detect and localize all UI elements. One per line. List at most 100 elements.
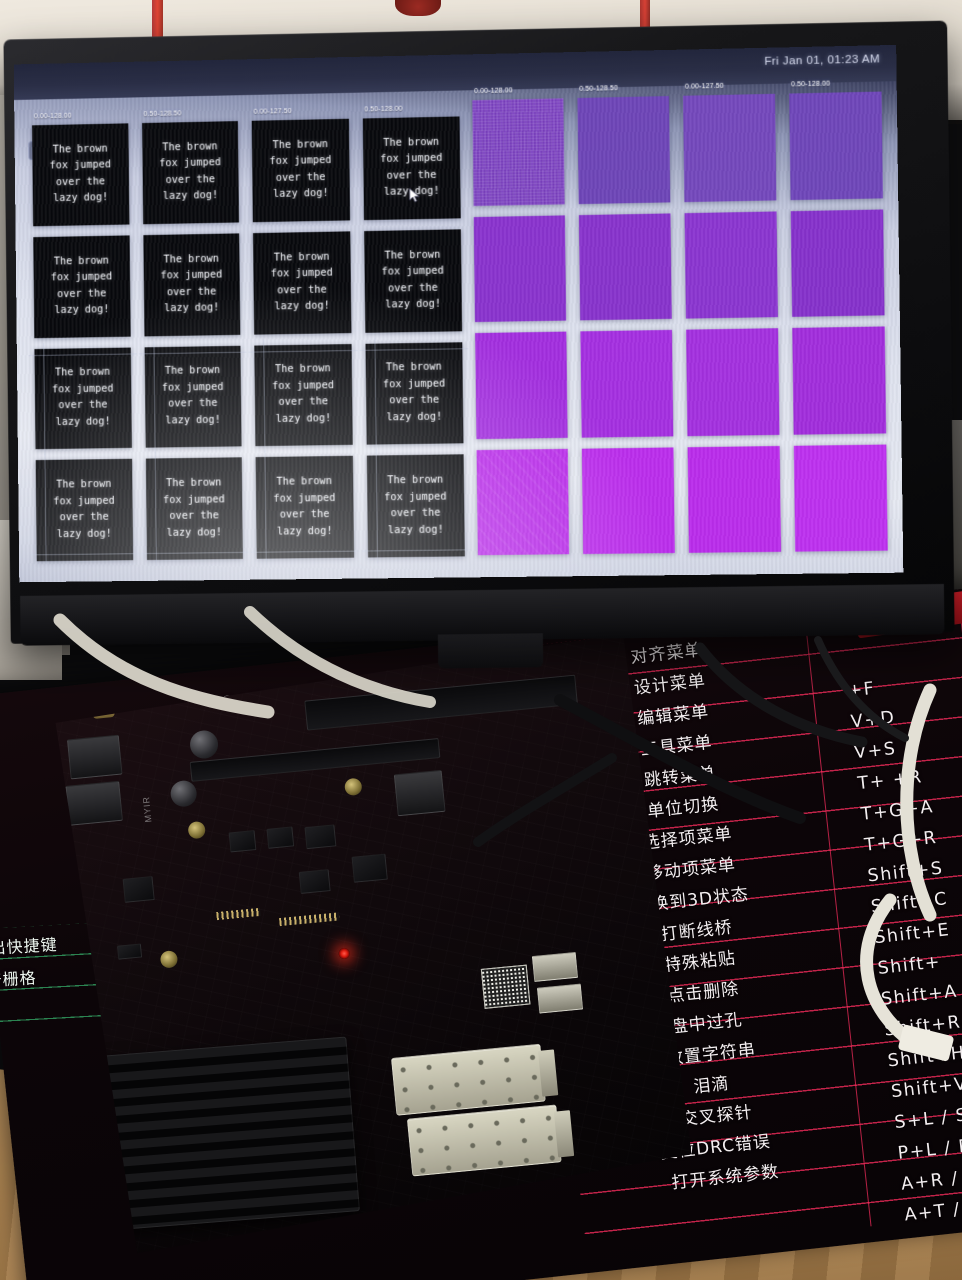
color-swatch-cell[interactable] xyxy=(578,212,672,321)
color-swatch-tile[interactable] xyxy=(581,446,675,555)
usb-c-connector-2 xyxy=(65,781,123,826)
text-sample-tile[interactable]: The brown fox jumped over the lazy dog! xyxy=(35,459,133,562)
text-sample-cell[interactable]: The brown fox jumped over the lazy dog! xyxy=(144,345,242,448)
text-sample-cell[interactable]: The brown fox jumped over the lazy dog! xyxy=(254,343,353,447)
color-swatch-cell[interactable] xyxy=(581,446,675,555)
color-swatch-cell[interactable] xyxy=(790,208,885,317)
color-swatch-cell[interactable]: 0.50-128.00 xyxy=(789,81,883,200)
monitor-screen: Fri Jan 01, 01:23 AM 0.00-128.00 The brow… xyxy=(13,44,904,583)
desk-mat-left-action-0: 调出快捷键 xyxy=(0,934,59,959)
text-sample-tile[interactable]: The brown fox jumped over the lazy dog! xyxy=(251,118,350,222)
color-swatch-tile[interactable] xyxy=(792,326,887,435)
text-sample-tile[interactable]: The brown fox jumped over the lazy dog! xyxy=(142,233,241,336)
text-sample-string: The brown fox jumped over the lazy dog! xyxy=(384,474,447,536)
desktop-area: 0.00-128.00 The brown fox jumped over the… xyxy=(14,81,904,583)
text-sample-tile[interactable]: The brown fox jumped over the lazy dog! xyxy=(362,116,461,220)
text-sample-tile[interactable]: The brown fox jumped over the lazy dog! xyxy=(366,454,465,558)
text-sample-string: The brown fox jumped over the lazy dog! xyxy=(163,477,225,539)
color-swatch-cell[interactable]: 0.00-128.00 xyxy=(472,87,565,206)
text-sample-tile[interactable]: The brown fox jumped over the lazy dog! xyxy=(364,341,464,445)
color-swatch-cell[interactable] xyxy=(473,214,567,323)
text-sample-string: The brown fox jumped over the lazy dog! xyxy=(269,138,332,201)
ic-1 xyxy=(229,830,257,852)
ic-3 xyxy=(304,824,336,849)
text-sample-tile[interactable]: The brown fox jumped over the lazy dog! xyxy=(253,231,351,335)
color-swatch-tile[interactable] xyxy=(789,91,883,200)
color-swatch-tile[interactable] xyxy=(686,328,780,436)
color-swatch-tile[interactable] xyxy=(472,98,565,206)
color-swatch-cell[interactable] xyxy=(476,448,570,556)
text-sample-cell[interactable]: 0.00-128.00 The brown fox jumped over the… xyxy=(32,113,129,227)
color-swatch-cell[interactable]: 0.00-127.50 xyxy=(683,83,777,202)
color-swatch-cell[interactable] xyxy=(687,445,782,553)
text-sample-tile[interactable]: The brown fox jumped over the lazy dog! xyxy=(363,229,463,333)
text-sample-tile[interactable]: The brown fox jumped over the lazy dog! xyxy=(254,343,353,447)
color-swatch-tile[interactable] xyxy=(578,212,672,321)
text-sample-string: The brown fox jumped over the lazy dog! xyxy=(52,367,114,428)
text-sample-tile[interactable]: The brown fox jumped over the lazy dog! xyxy=(33,235,131,338)
color-swatch-tile[interactable] xyxy=(793,444,888,552)
text-sample-cell[interactable]: 0.50-128.00 The brown fox jumped over the… xyxy=(362,106,461,220)
color-swatch-cell[interactable] xyxy=(580,329,674,438)
text-sample-string: The brown fox jumped over the lazy dog! xyxy=(382,361,446,424)
color-swatch-tile[interactable] xyxy=(687,445,782,553)
ic-5 xyxy=(299,869,331,894)
text-sample-string: The brown fox jumped over the lazy dog! xyxy=(49,143,112,205)
monitor-stand-neck xyxy=(437,633,544,669)
usb-c-connector-1 xyxy=(67,735,123,780)
text-sample-cell[interactable]: 0.50-128.50 The brown fox jumped over the… xyxy=(141,110,240,225)
text-sample-cell[interactable]: The brown fox jumped over the lazy dog! xyxy=(255,456,354,559)
text-sample-tile[interactable]: The brown fox jumped over the lazy dog! xyxy=(255,456,354,559)
text-sample-string: The brown fox jumped over the lazy dog! xyxy=(50,255,113,317)
color-swatch-tile[interactable] xyxy=(475,331,568,439)
desk-mat-action-label: 泪滴 xyxy=(692,1073,731,1098)
text-sample-string: The brown fox jumped over the lazy dog! xyxy=(381,249,444,311)
text-sample-tile[interactable]: The brown fox jumped over the lazy dog! xyxy=(32,123,129,227)
color-swatch-cell[interactable] xyxy=(684,210,778,319)
color-swatch-cell[interactable] xyxy=(793,444,888,552)
text-sample-tile[interactable]: The brown fox jumped over the lazy dog! xyxy=(141,121,240,225)
text-sample-tile[interactable]: The brown fox jumped over the lazy dog! xyxy=(34,347,132,450)
ic-7 xyxy=(117,943,142,959)
text-sample-string: The brown fox jumped over the lazy dog! xyxy=(159,141,222,203)
color-swatch-tile[interactable] xyxy=(577,96,671,204)
color-swatch-cell[interactable] xyxy=(792,326,887,435)
monitor: Fri Jan 01, 01:23 AM 0.00-128.00 The brow… xyxy=(3,20,955,669)
color-swatch-tile[interactable] xyxy=(580,329,674,438)
ic-6 xyxy=(123,876,155,903)
color-swatch-cell[interactable] xyxy=(686,328,780,436)
text-sample-cell[interactable]: The brown fox jumped over the lazy dog! xyxy=(35,459,133,562)
text-sample-cell[interactable]: 0.00-127.50 The brown fox jumped over the… xyxy=(251,108,350,222)
text-sample-string: The brown fox jumped over the lazy dog! xyxy=(273,476,336,538)
color-swatch-cell[interactable] xyxy=(475,331,568,439)
text-sample-string: The brown fox jumped over the lazy dog! xyxy=(161,365,224,427)
text-sample-cell[interactable]: The brown fox jumped over the lazy dog! xyxy=(34,347,132,450)
desk-mat-key-label: +F xyxy=(846,678,877,702)
color-swatch-tile[interactable] xyxy=(473,214,567,323)
text-sample-grid: 0.00-128.00 The brown fox jumped over the… xyxy=(32,106,465,562)
color-swatch-cell[interactable]: 0.50-128.50 xyxy=(577,85,671,204)
color-swatch-grid: 0.00-128.00 0.50-128.50 0.00-127.50 0.50-12… xyxy=(472,81,888,556)
usb-port-bottom xyxy=(537,984,583,1014)
text-sample-cell[interactable]: The brown fox jumped over the lazy dog! xyxy=(364,341,464,445)
text-sample-cell[interactable]: The brown fox jumped over the lazy dog! xyxy=(363,229,463,333)
text-sample-cell[interactable]: The brown fox jumped over the lazy dog! xyxy=(33,235,131,338)
text-sample-cell[interactable]: The brown fox jumped over the lazy dog! xyxy=(253,231,351,335)
usb-port-top xyxy=(532,952,578,982)
color-swatch-tile[interactable] xyxy=(476,448,570,556)
text-cell-label: 0.00-128.00 xyxy=(33,112,72,121)
color-swatch-tile[interactable] xyxy=(683,93,777,202)
color-swatch-tile[interactable] xyxy=(790,208,885,317)
text-cell-label: 0.50-128.00 xyxy=(364,105,403,114)
text-sample-tile[interactable]: The brown fox jumped over the lazy dog! xyxy=(144,345,242,448)
text-sample-cell[interactable]: The brown fox jumped over the lazy dog! xyxy=(142,233,241,336)
text-sample-cell[interactable]: The brown fox jumped over the lazy dog! xyxy=(145,457,243,560)
usb-connector-3 xyxy=(394,770,446,816)
text-sample-string: The brown fox jumped over the lazy dog! xyxy=(53,479,115,540)
text-sample-cell[interactable]: The brown fox jumped over the lazy dog! xyxy=(366,454,465,558)
text-sample-tile[interactable]: The brown fox jumped over the lazy dog! xyxy=(145,457,243,560)
color-swatch-tile[interactable] xyxy=(684,210,778,319)
photo-scene: PCB设 对齐菜单设计菜单编辑菜单工具菜单跳转菜单单位切换选择项菜单移动项菜单切… xyxy=(0,0,962,1280)
development-board: MYIR xyxy=(34,632,696,1258)
qr-code-label xyxy=(481,965,531,1009)
